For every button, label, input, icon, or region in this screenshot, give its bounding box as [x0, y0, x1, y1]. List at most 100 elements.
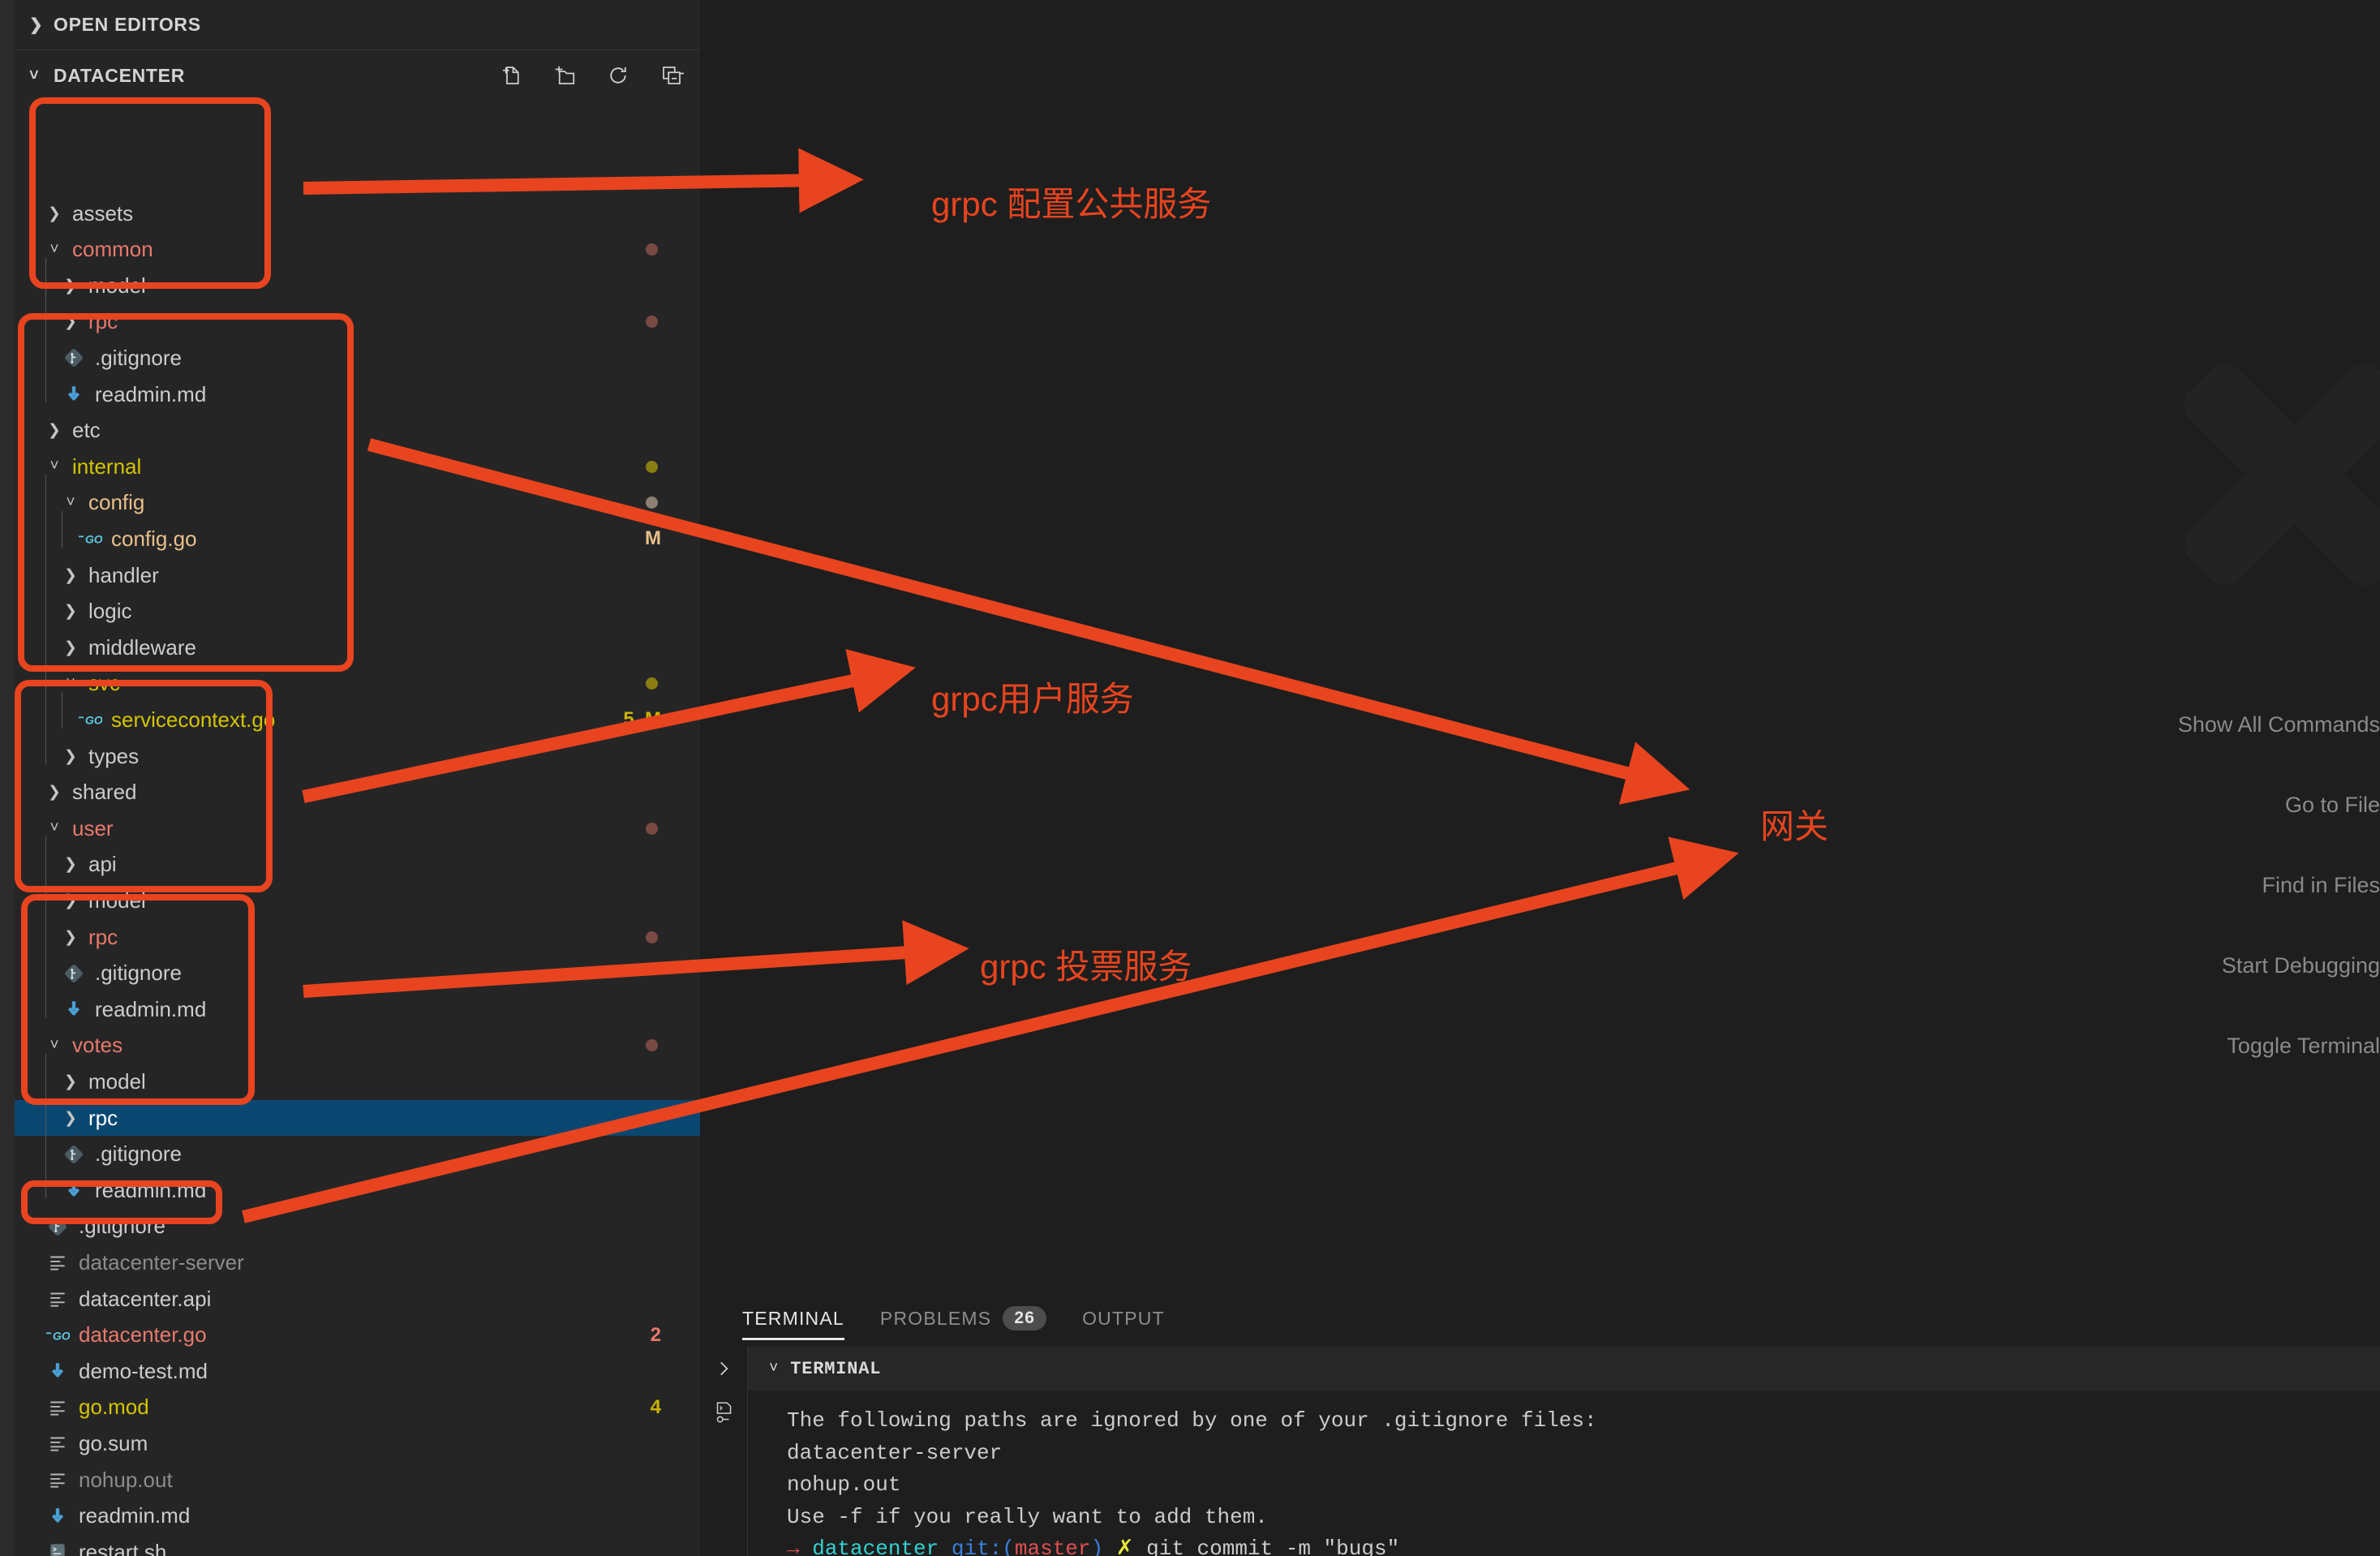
chevron-down-icon[interactable]: ˅ — [44, 458, 65, 475]
welcome-shortcut-list: Show All Commands Go to File Find in Files… — [1958, 714, 2380, 1115]
welcome-shortcut-2[interactable]: Find in Files — [1958, 875, 2380, 955]
chevron-down-icon[interactable]: ˅ — [60, 675, 81, 693]
tree-folder-row[interactable]: ❯ types — [15, 738, 700, 774]
chevron-right-icon[interactable]: ❯ — [60, 566, 81, 585]
tree-file-row[interactable]: readmin.md — [15, 991, 700, 1027]
welcome-shortcut-0[interactable]: Show All Commands — [1958, 714, 2380, 794]
tree-file-row[interactable]: .gitignore — [15, 956, 700, 991]
chevron-right-icon[interactable]: ❯ — [44, 204, 65, 223]
panel-tab-problems[interactable]: PROBLEMS 26 — [862, 1290, 1064, 1347]
md-file-icon — [60, 1180, 88, 1201]
tree-file-row[interactable]: GO datacenter.go 2 — [15, 1317, 700, 1353]
tree-folder-row[interactable]: ˅ common — [15, 232, 700, 268]
tree-folder-row[interactable]: ❯ rpc — [15, 304, 700, 340]
chevron-right-icon[interactable]: ❯ — [60, 1109, 81, 1128]
tree-file-row[interactable]: restart.sh — [15, 1534, 700, 1556]
chevron-right-icon[interactable]: ❯ — [60, 638, 81, 657]
panel-tab-bar[interactable]: TERMINAL PROBLEMS 26 OUTPUT — [700, 1290, 2380, 1347]
terminal-line: Use -f if you really want to add them. — [787, 1502, 2380, 1534]
status-dot — [646, 496, 658, 509]
tree-item-label: common — [72, 237, 153, 262]
tree-folder-row[interactable]: ❯ api — [15, 847, 700, 883]
chevron-right-icon[interactable]: ❯ — [60, 855, 81, 874]
tree-file-row[interactable]: nohup.out — [15, 1462, 700, 1498]
tree-file-row[interactable]: readmin.md — [15, 376, 700, 412]
tree-folder-row[interactable]: ❯ assets — [15, 196, 700, 231]
tree-folder-row[interactable]: ❯ handler — [15, 557, 700, 593]
tree-item-label: go.sum — [79, 1430, 148, 1455]
md-file-icon — [60, 384, 88, 405]
tree-folder-row[interactable]: ❯ middleware — [15, 630, 700, 665]
chevron-down-icon: ˅ — [769, 1360, 780, 1378]
welcome-shortcut-3[interactable]: Start Debugging — [1958, 955, 2380, 1035]
chevron-down-icon[interactable]: ˅ — [44, 1037, 65, 1055]
tree-file-row[interactable]: GO servicecontext.go 5, M — [15, 702, 700, 737]
tree-folder-row[interactable]: ˅ internal — [15, 449, 700, 484]
chevron-right-icon[interactable] — [700, 1358, 747, 1379]
welcome-shortcut-4[interactable]: Toggle Terminal — [1958, 1035, 2380, 1115]
tree-file-row[interactable]: readmin.md — [15, 1498, 700, 1534]
chevron-right-icon[interactable]: ❯ — [60, 928, 81, 947]
tree-file-row[interactable]: .gitignore — [15, 1209, 700, 1244]
tree-file-row[interactable]: .gitignore — [15, 1137, 700, 1172]
tree-file-row[interactable]: datacenter-server — [15, 1244, 700, 1280]
collapse-all-icon[interactable] — [659, 63, 684, 88]
new-folder-icon[interactable] — [552, 63, 577, 88]
refresh-icon[interactable] — [606, 63, 630, 88]
chevron-right-icon[interactable]: ❯ — [60, 277, 81, 295]
terminal-section-header[interactable]: ˅ TERMINAL — [748, 1347, 2380, 1391]
chevron-down-icon[interactable]: ˅ — [44, 819, 65, 837]
tree-folder-row[interactable]: ❯ etc — [15, 413, 700, 449]
tree-folder-row[interactable]: ˅ user — [15, 810, 700, 846]
sh-file-icon — [44, 1541, 71, 1556]
explorer-actions — [499, 63, 684, 88]
tree-file-row[interactable]: .gitignore — [15, 340, 700, 376]
welcome-shortcut-1[interactable]: Go to File — [1958, 794, 2380, 875]
tree-folder-row[interactable]: ❯ logic — [15, 594, 700, 630]
panel-tab-output[interactable]: OUTPUT — [1064, 1290, 1183, 1347]
panel-tab-label: TERMINAL — [742, 1307, 844, 1329]
git-file-icon — [44, 1216, 71, 1237]
tree-file-row[interactable]: go.mod 4 — [15, 1390, 700, 1425]
project-header[interactable]: ˅ DATACENTER — [15, 50, 700, 101]
chevron-right-icon[interactable]: ❯ — [44, 783, 65, 802]
problems-count-badge: 26 — [1003, 1306, 1047, 1330]
new-file-icon[interactable] — [499, 63, 523, 88]
tree-folder-row[interactable]: ❯ model — [15, 1064, 700, 1099]
tree-item-label: datacenter.go — [79, 1322, 207, 1348]
chevron-right-icon[interactable]: ❯ — [60, 312, 81, 331]
open-editors-header[interactable]: ❯ OPEN EDITORS — [15, 0, 700, 50]
lines-file-icon — [44, 1433, 71, 1454]
terminal-text: ✗ — [1103, 1537, 1147, 1556]
split-terminal-icon[interactable] — [700, 1400, 747, 1425]
tree-item-label: logic — [88, 599, 132, 624]
chevron-down-icon[interactable]: ˅ — [44, 241, 65, 259]
tree-folder-row[interactable]: ❯ rpc — [15, 919, 700, 955]
tree-folder-row[interactable]: ❯ model — [15, 883, 700, 918]
tree-file-row[interactable]: datacenter.api — [15, 1281, 700, 1317]
tree-folder-row[interactable]: ❯ rpc — [15, 1100, 700, 1136]
tree-folder-row[interactable]: ❯ model — [15, 268, 700, 303]
git-file-icon — [60, 963, 88, 984]
chevron-right-icon[interactable]: ❯ — [60, 747, 81, 766]
tree-folder-row[interactable]: ˅ votes — [15, 1028, 700, 1064]
tree-item-label: readmin.md — [95, 1177, 207, 1202]
chevron-down-icon[interactable]: ˅ — [60, 494, 81, 512]
tree-folder-row[interactable]: ˅ svc — [15, 666, 700, 702]
chevron-right-icon[interactable]: ❯ — [60, 1072, 81, 1091]
terminal-output[interactable]: The following paths are ignored by one o… — [748, 1391, 2380, 1556]
chevron-right-icon[interactable]: ❯ — [60, 602, 81, 621]
tree-file-row[interactable]: go.sum — [15, 1425, 700, 1461]
terminal-text: datacenter-server — [787, 1440, 1003, 1465]
tree-folder-row[interactable]: ˅ config — [15, 485, 700, 521]
tree-file-row[interactable]: demo-test.md — [15, 1353, 700, 1389]
tree-file-row[interactable]: readmin.md — [15, 1172, 700, 1208]
panel-tab-terminal[interactable]: TERMINAL — [724, 1290, 862, 1347]
tree-item-label: .gitignore — [95, 961, 182, 986]
tree-item-label: readmin.md — [95, 996, 207, 1021]
chevron-right-icon[interactable]: ❯ — [44, 421, 65, 440]
tree-folder-row[interactable]: ❯ shared — [15, 775, 700, 810]
md-file-icon — [44, 1360, 71, 1382]
tree-file-row[interactable]: GO config.go M — [15, 521, 700, 557]
chevron-right-icon[interactable]: ❯ — [60, 892, 81, 910]
